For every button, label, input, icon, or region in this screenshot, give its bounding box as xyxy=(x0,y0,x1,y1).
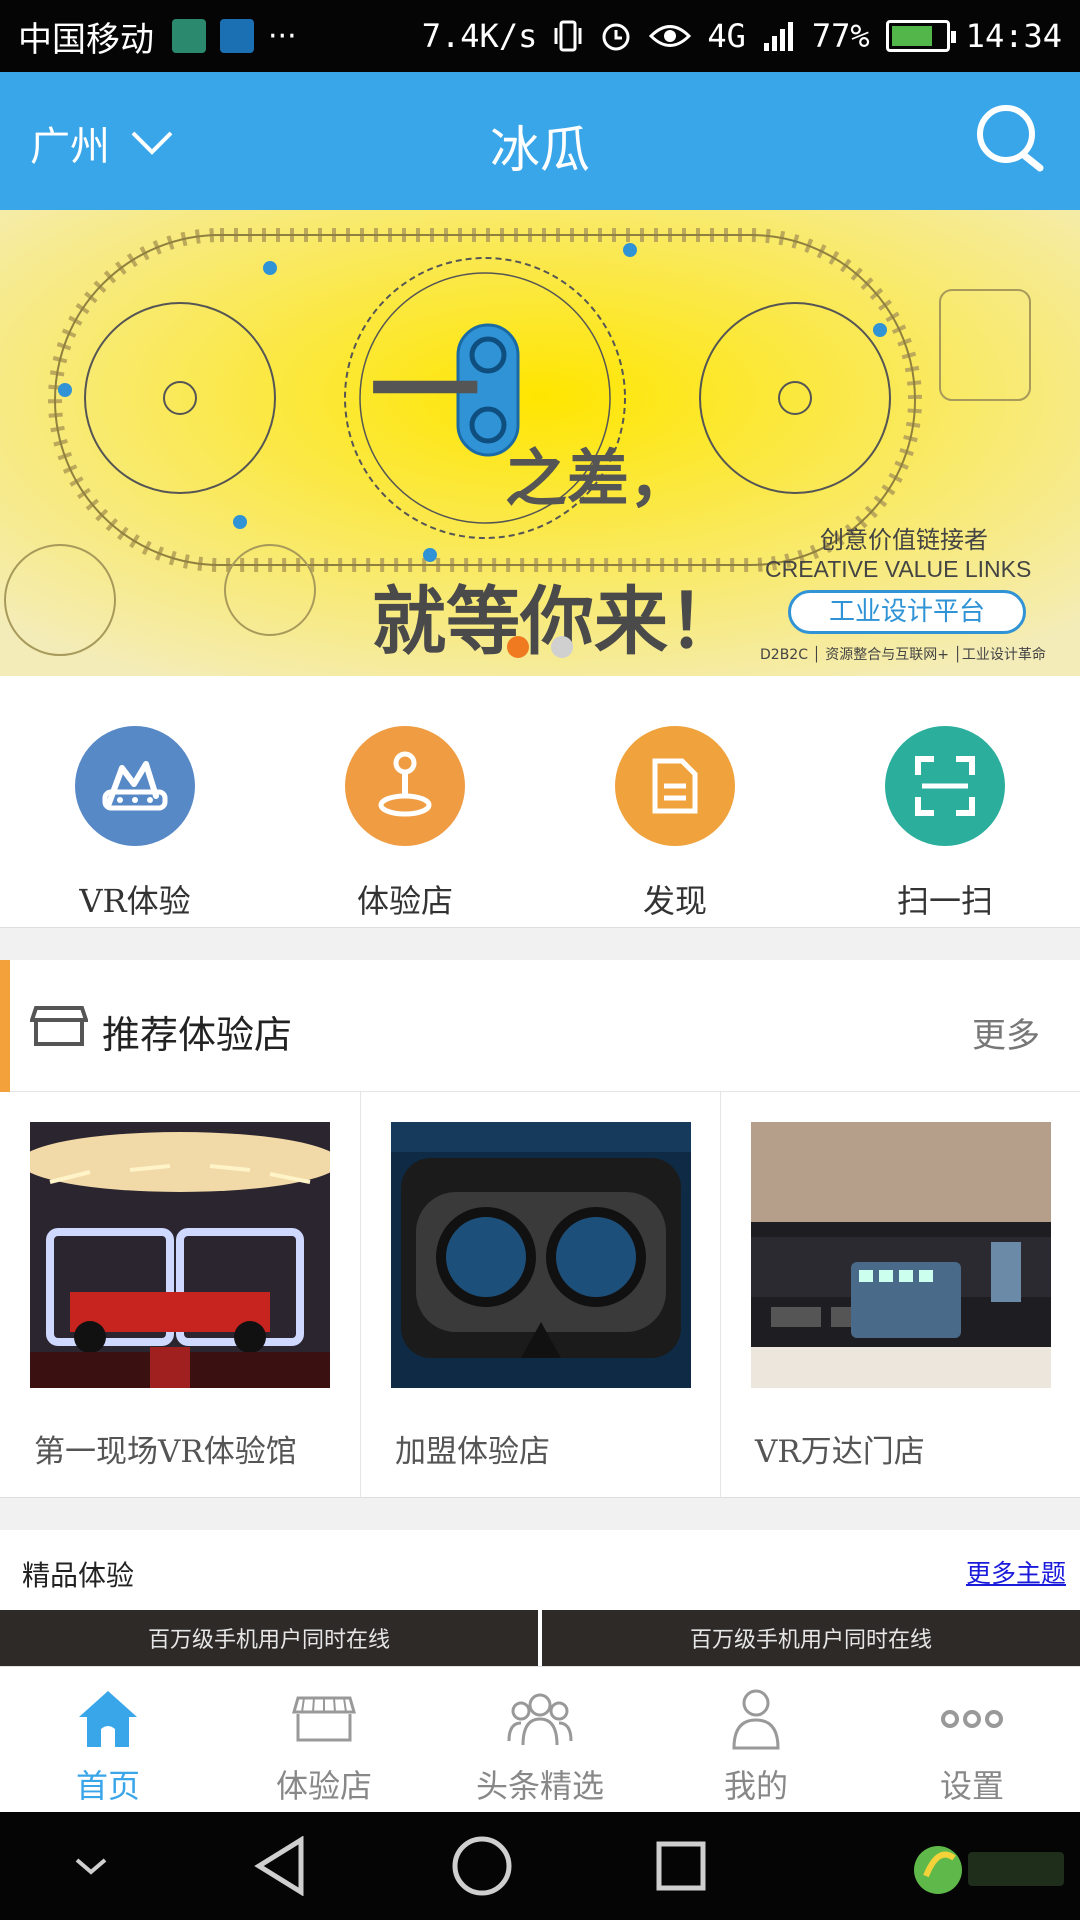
nav-label: 头条精选 xyxy=(475,1767,604,1805)
more-topics-link[interactable]: 更多主题 xyxy=(966,1554,1066,1590)
section-title: 精品体验 xyxy=(22,1559,135,1592)
featured-card-caption: 百万级手机用户同时在线 xyxy=(689,1628,932,1653)
app-header: 广州 冰瓜 xyxy=(0,72,1080,210)
page-title: 冰瓜 xyxy=(490,121,590,179)
featured-section-header: 精品体验 更多主题 xyxy=(0,1530,1080,1610)
home-icon xyxy=(73,1687,143,1751)
banner-headline-middle: 之差， xyxy=(505,442,692,515)
home-button-icon[interactable] xyxy=(451,1835,513,1897)
more-dots-icon xyxy=(937,1687,1007,1751)
recents-icon[interactable] xyxy=(655,1840,707,1892)
search-icon[interactable] xyxy=(970,98,1050,178)
quick-action-store[interactable]: 体验店 xyxy=(270,676,540,927)
featured-list: 百万级手机用户同时在线 百万级手机用户同时在线 xyxy=(0,1610,1080,1666)
carousel-dot-active[interactable] xyxy=(507,636,529,658)
banner-headline-prefix: 一 xyxy=(370,328,480,456)
nav-label: 设置 xyxy=(939,1767,1004,1805)
store-name: 加盟体验店 xyxy=(395,1434,550,1470)
person-icon xyxy=(721,1687,791,1751)
carousel-dot[interactable] xyxy=(551,636,573,658)
nav-label: 体验店 xyxy=(275,1767,372,1805)
quick-action-discover[interactable]: 发现 xyxy=(540,676,810,927)
quick-action-scan[interactable]: 扫一扫 xyxy=(810,676,1080,927)
quick-action-label: 扫一扫 xyxy=(896,882,993,920)
store-photo xyxy=(30,1122,330,1388)
banner-tagline-cn: 创意价值链接者 xyxy=(820,526,988,554)
signal-icon xyxy=(763,22,793,51)
section-title: 推荐体验店 xyxy=(102,1013,293,1057)
nav-label: 首页 xyxy=(75,1767,140,1805)
section-divider xyxy=(0,1498,1080,1530)
usb-icon xyxy=(220,19,254,53)
quick-action-vr[interactable]: VR体验 xyxy=(0,676,270,927)
nav-stores[interactable]: 体验店 xyxy=(216,1667,432,1812)
promo-banner[interactable]: 一 之差， 就等你来！ 创意价值链接者 CREATIVE VALUE LINKS… xyxy=(0,210,1080,676)
more-notifications-icon: ··· xyxy=(268,18,297,54)
quick-action-label: 体验店 xyxy=(356,882,453,920)
section-accent-bar xyxy=(0,960,10,1092)
store-card[interactable]: 加盟体验店 xyxy=(360,1092,720,1498)
store-photo xyxy=(391,1122,691,1388)
store-card[interactable]: 第一现场VR体验馆 xyxy=(0,1092,360,1498)
battery-icon xyxy=(885,20,956,52)
network-speed: 7.4K/s xyxy=(421,17,538,55)
nav-home[interactable]: 首页 xyxy=(0,1667,216,1812)
group-icon xyxy=(505,1687,575,1751)
back-icon[interactable] xyxy=(253,1836,309,1896)
featured-card[interactable]: 百万级手机用户同时在线 xyxy=(0,1610,538,1666)
banner-badge: 工业设计平台 xyxy=(788,590,1026,634)
quick-action-label: 发现 xyxy=(642,882,707,920)
section-divider xyxy=(0,928,1080,960)
store-card[interactable]: VR万达门店 xyxy=(720,1092,1080,1498)
document-icon xyxy=(615,726,735,846)
featured-card[interactable]: 百万级手机用户同时在线 xyxy=(542,1610,1080,1666)
nav-settings[interactable]: 设置 xyxy=(864,1667,1080,1812)
store-icon xyxy=(289,1687,359,1751)
clock: 14:34 xyxy=(965,17,1062,55)
store-name: VR万达门店 xyxy=(755,1434,925,1470)
featured-card-caption: 百万级手机用户同时在线 xyxy=(147,1628,390,1653)
store-list: 第一现场VR体验馆 加盟体验店 VR万达门店 xyxy=(0,1092,1080,1498)
scan-icon xyxy=(885,726,1005,846)
location-person-icon xyxy=(345,726,465,846)
health-app-icon xyxy=(172,19,206,53)
network-type: 4G xyxy=(707,17,746,55)
banner-tagline-en: CREATIVE VALUE LINKS xyxy=(765,556,1032,582)
store-icon xyxy=(30,1006,88,1046)
alarm-icon xyxy=(602,23,630,51)
status-bar: 中国移动 ··· 7.4K/s 4G 77% 14:34 xyxy=(0,0,1080,72)
recommended-section-header: 推荐体验店 更多 xyxy=(0,960,1080,1092)
battery-percent: 77% xyxy=(811,17,870,55)
more-link[interactable]: 更多 xyxy=(972,1008,1040,1057)
nav-headlines[interactable]: 头条精选 xyxy=(432,1667,648,1812)
vr-headset-icon xyxy=(75,726,195,846)
carrier-name: 中国移动 xyxy=(18,19,154,60)
nav-profile[interactable]: 我的 xyxy=(648,1667,864,1812)
store-photo xyxy=(751,1122,1051,1388)
vibrate-icon xyxy=(554,20,582,52)
watermark-logo xyxy=(914,1846,1064,1894)
bottom-navigation: 首页 体验店 头条精选 我的 设置 xyxy=(0,1666,1080,1812)
nav-label: 我的 xyxy=(723,1767,788,1805)
quick-actions: VR体验 体验店 发现 扫一扫 xyxy=(0,676,1080,928)
quick-action-label: VR体验 xyxy=(79,882,191,920)
banner-footer: D2B2C │ 资源整合与互联网+ │工业设计革命 xyxy=(760,647,1046,663)
hide-keyboard-icon[interactable] xyxy=(71,1854,111,1878)
store-name: 第一现场VR体验馆 xyxy=(34,1434,297,1470)
eye-icon xyxy=(649,25,692,47)
